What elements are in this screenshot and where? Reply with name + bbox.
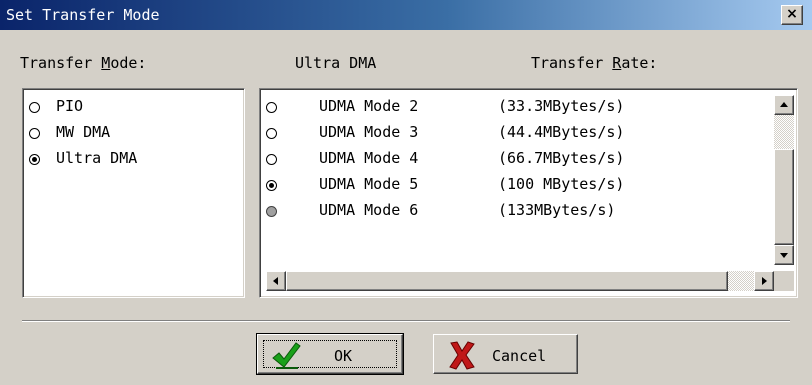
scroll-left-button[interactable]: [266, 271, 286, 291]
arrow-right-icon: [762, 277, 767, 285]
radio-icon[interactable]: [29, 102, 40, 113]
cancel-label: Cancel: [492, 347, 547, 365]
udma-mode-label: UDMA Mode 2: [319, 97, 419, 115]
radio-dot: [269, 183, 274, 188]
transfer-rate-label: Transfer Rate:: [531, 54, 658, 72]
udma-mode-list[interactable]: UDMA Mode 2 (33.3MBytes/s) UDMA Mode 3 (44.…: [259, 88, 798, 298]
radio-icon[interactable]: [266, 128, 277, 139]
transfer-mode-list[interactable]: PIO MW DMA Ultra DMA: [22, 88, 245, 298]
udma-mode-label: UDMA Mode 3: [319, 123, 419, 141]
red-x-icon: [449, 341, 475, 370]
set-transfer-mode-dialog: Set Transfer Mode × Transfer Mode: Ultra…: [0, 0, 812, 385]
title-bar: Set Transfer Mode ×: [0, 0, 812, 30]
udma-mode-label: UDMA Mode 5: [319, 175, 419, 193]
udma-mode-label: UDMA Mode 4: [319, 149, 419, 167]
scroll-down-button[interactable]: [774, 245, 794, 265]
ok-button[interactable]: OK: [256, 333, 404, 375]
udma-transfer-rate: (44.4MBytes/s): [498, 123, 625, 141]
transfer-mode-label: PIO: [56, 97, 84, 115]
close-button[interactable]: ×: [781, 5, 803, 25]
transfer-mode-option[interactable]: MW DMA: [27, 121, 237, 149]
radio-icon[interactable]: [266, 154, 277, 165]
horizontal-scroll-thumb[interactable]: [286, 271, 728, 291]
udma-mode-label: UDMA Mode 6: [319, 201, 419, 219]
radio-dot: [32, 157, 37, 162]
radio-icon[interactable]: [266, 102, 277, 113]
radio-selected-icon[interactable]: [266, 180, 277, 191]
arrow-up-icon: [780, 102, 788, 107]
scroll-corner: [774, 271, 794, 291]
udma-transfer-rate: (133MBytes/s): [498, 201, 616, 219]
transfer-mode-label: Transfer Mode:: [20, 54, 147, 72]
udma-transfer-rate: (100 MBytes/s): [498, 175, 625, 193]
udma-mode-option[interactable]: UDMA Mode 4 (66.7MBytes/s): [264, 147, 764, 175]
udma-transfer-rate: (66.7MBytes/s): [498, 149, 625, 167]
udma-transfer-rate: (33.3MBytes/s): [498, 97, 625, 115]
arrow-down-icon: [780, 253, 788, 258]
scroll-right-button[interactable]: [754, 271, 774, 291]
horizontal-scroll-track[interactable]: [728, 271, 754, 291]
transfer-mode-label: Ultra DMA: [56, 149, 138, 167]
window-title: Set Transfer Mode: [6, 6, 160, 24]
cancel-button[interactable]: Cancel: [433, 334, 578, 374]
vertical-scroll-track[interactable]: [774, 115, 794, 149]
ultra-dma-label: Ultra DMA: [295, 54, 377, 72]
close-icon: ×: [786, 6, 798, 22]
udma-mode-option[interactable]: UDMA Mode 3 (44.4MBytes/s): [264, 121, 764, 149]
transfer-mode-option[interactable]: PIO: [27, 95, 237, 123]
transfer-mode-option[interactable]: Ultra DMA: [27, 147, 237, 175]
vertical-scroll-thumb[interactable]: [774, 149, 794, 245]
udma-mode-option[interactable]: UDMA Mode 2 (33.3MBytes/s): [264, 95, 764, 123]
radio-selected-icon[interactable]: [29, 154, 40, 165]
udma-mode-option[interactable]: UDMA Mode 6 (133MBytes/s): [264, 199, 764, 227]
green-checkmark-icon: [272, 342, 301, 369]
udma-mode-option[interactable]: UDMA Mode 5 (100 MBytes/s): [264, 173, 764, 201]
transfer-mode-label: MW DMA: [56, 123, 111, 141]
arrow-left-icon: [273, 277, 278, 285]
radio-icon[interactable]: [29, 128, 40, 139]
radio-icon[interactable]: [266, 206, 277, 217]
separator: [22, 320, 790, 322]
ok-label: OK: [334, 347, 353, 365]
scroll-up-button[interactable]: [774, 95, 794, 115]
